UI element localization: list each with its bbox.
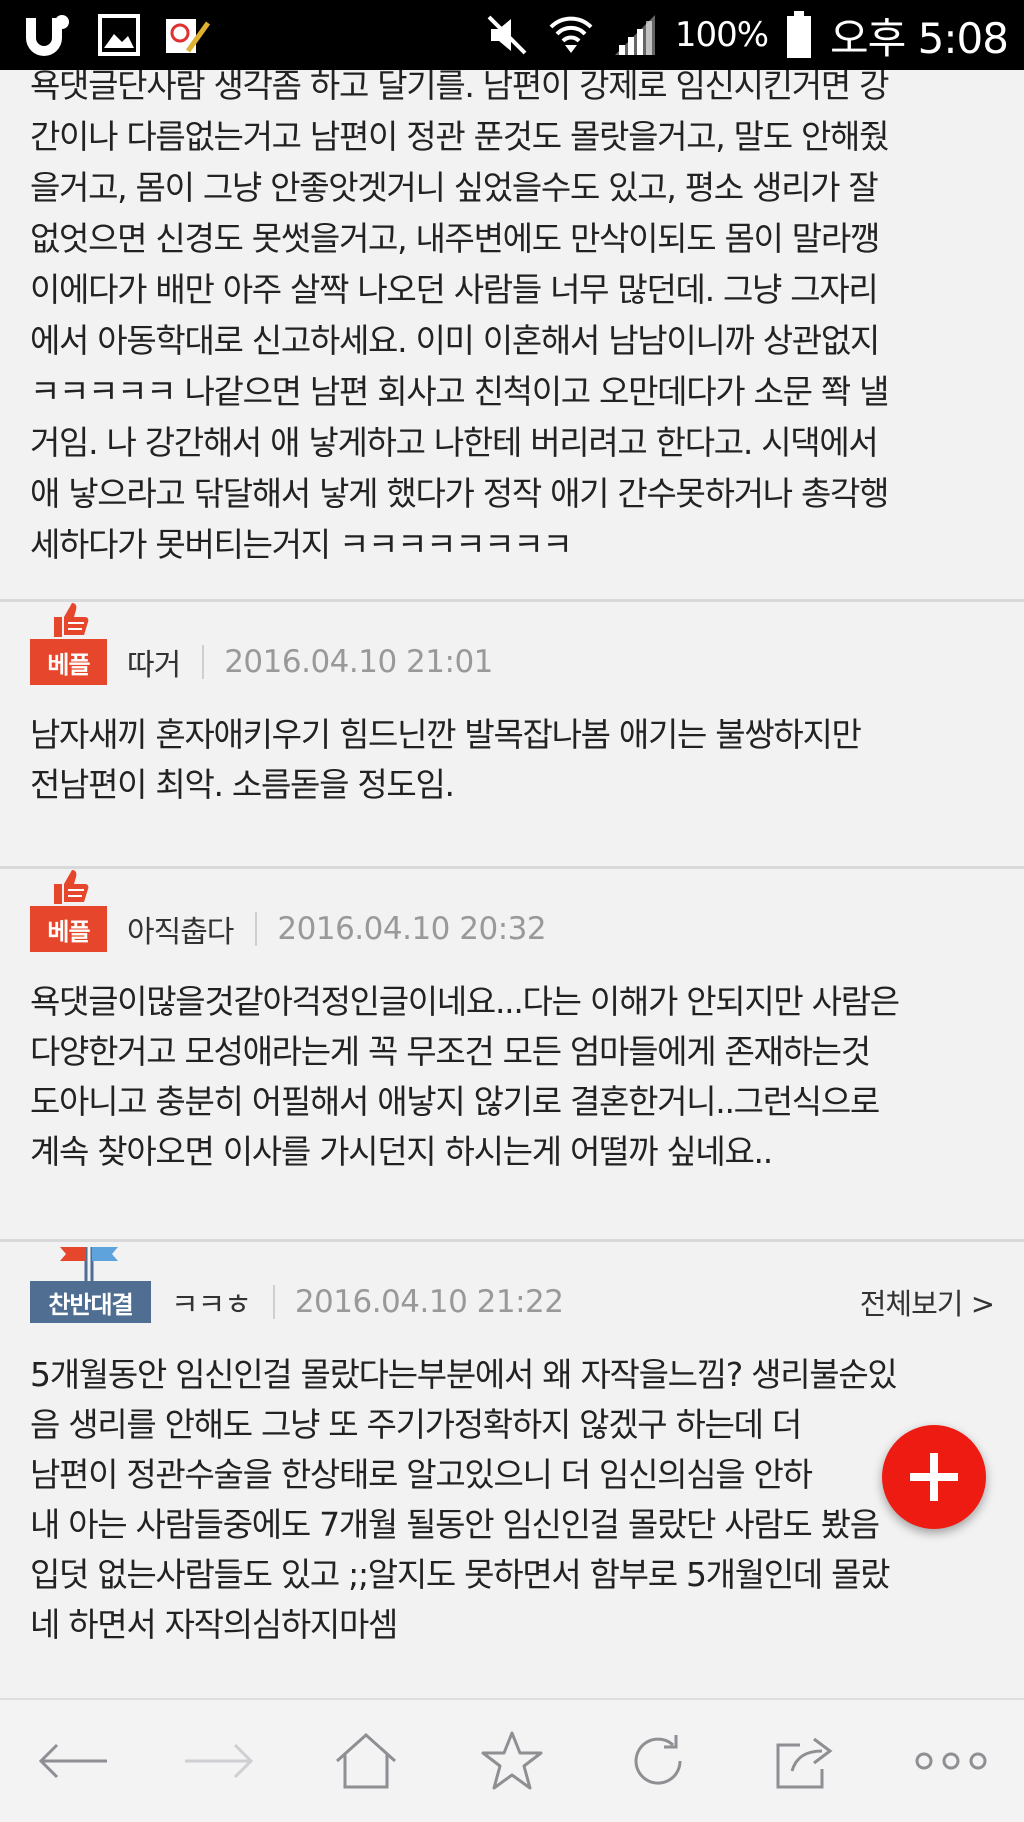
comment-header: 베플 아직춥다 2016.04.10 20:32 <box>30 869 994 959</box>
text-line: 을거고, 몸이 그냥 안좋앗겟거니 싶었을수도 있고, 평소 생리가 잘 <box>30 168 879 207</box>
status-bar: 100% 오후 5:08 <box>0 0 1024 70</box>
flags-icon <box>60 1247 118 1283</box>
comment-list[interactable]: 욕댓글단사람 생각좀 하고 달기를. 남편이 강제로 임신시킨거면 강 간이나 … <box>0 70 1024 1698</box>
badge-label: 베플 <box>47 650 90 679</box>
share-icon <box>776 1737 833 1789</box>
text-line: ㅋㅋㅋㅋㅋ 나같으면 남편 회사고 친척이고 오만데다가 소문 쫙 낼 <box>30 372 889 411</box>
refresh-icon <box>634 1735 682 1785</box>
battery-icon <box>787 11 812 58</box>
separator <box>272 1285 275 1319</box>
gallery-icon <box>98 14 140 56</box>
separator <box>202 645 205 679</box>
comment-date: 2016.04.10 21:22 <box>294 1284 564 1320</box>
text-line: 다양한거고 모성애라는게 꼭 무조건 모든 엄마들에게 존재하는것 <box>30 1032 871 1071</box>
more-icon <box>915 1752 987 1770</box>
text-line: 음 생리를 안해도 그냥 또 주기가정확하지 않겠구 하는데 더 <box>30 1405 802 1444</box>
comment-item: 베플 따거 2016.04.10 21:01 남자새끼 혼자애키우기 힘드닌깐 … <box>0 602 1024 866</box>
wifi-icon <box>549 16 593 53</box>
text-line: 입덧 없는사람들도 있고 ;;알지도 못하면서 함부로 5개월인데 몰랐 <box>30 1555 891 1594</box>
forward-arrow-icon <box>185 1743 254 1779</box>
text-line: 전남편이 최악. 소름돋을 정도임. <box>30 765 455 804</box>
comment-item: 찬반대결 ㅋㅋㅎ 2016.04.10 21:22 전체보기 > 5개월동안 임… <box>0 1242 1024 1650</box>
text-line: 애 낳으라고 닦달해서 낳게 했다가 정작 애기 간수못하거나 총각행 <box>30 474 889 513</box>
thumbs-up-icon <box>54 870 89 904</box>
badge-label: 베플 <box>47 917 90 946</box>
text-line: 거임. 나 강간해서 애 낳게하고 나한테 버리려고 한다고. 시댁에서 <box>30 423 879 462</box>
memo-icon <box>166 19 210 53</box>
badge-label: 찬반대결 <box>48 1290 133 1319</box>
home-icon <box>335 1732 396 1789</box>
comment-date: 2016.04.10 20:32 <box>277 911 547 947</box>
comment-header: 베플 따거 2016.04.10 21:01 <box>30 602 994 692</box>
separator <box>255 912 258 946</box>
clock: 오후 5:08 <box>830 13 1009 63</box>
comment-body: 욕댓글단사람 생각좀 하고 달기를. 남편이 강제로 임신시킨거면 강 간이나 … <box>0 70 1024 599</box>
thumbs-up-icon <box>54 603 89 637</box>
refresh-button[interactable] <box>598 1711 718 1811</box>
u-app-icon <box>26 15 69 56</box>
signal-icon <box>614 15 655 55</box>
text-line: 계속 찾아오면 이사를 가시던지 하시는게 어떨까 싶네요.. <box>30 1132 773 1171</box>
home-button[interactable] <box>306 1711 426 1811</box>
back-arrow-icon <box>39 1743 108 1779</box>
nickname[interactable]: 따거 <box>127 640 181 684</box>
comment-item: 베플 아직춥다 2016.04.10 20:32 욕댓글이많을것같아걱정인글이네… <box>0 869 1024 1239</box>
back-button[interactable] <box>13 1711 133 1811</box>
text-line: 남자새끼 혼자애키우기 힘드닌깐 발목잡나봄 애기는 불쌍하지만 <box>30 715 862 754</box>
debate-badge: 찬반대결 <box>30 1247 151 1323</box>
bookmark-button[interactable] <box>452 1711 572 1811</box>
mute-icon <box>487 15 527 55</box>
text-line: 없엇으면 신경도 못썻을거고, 내주변에도 만삭이되도 몸이 말라깽 <box>30 219 880 258</box>
best-reply-badge: 베플 <box>30 603 107 685</box>
battery-percent: 100% <box>674 15 769 55</box>
best-reply-badge: 베플 <box>30 870 107 952</box>
browser-toolbar <box>0 1698 1024 1822</box>
text-line: 세하다가 못버티는거지 ㅋㅋㅋㅋㅋㅋㅋㅋ <box>30 525 573 564</box>
comment-body: 5개월동안 임신인걸 몰랐다는부분에서 왜 자작을느낌? 생리불순있 음 생리를… <box>30 1332 994 1650</box>
view-all-link[interactable]: 전체보기 > <box>860 1281 995 1323</box>
plus-icon <box>910 1453 958 1501</box>
text-line: 내 아는 사람들중에도 7개월 될동안 임신인걸 몰랐단 사람도 봤음 <box>30 1505 880 1544</box>
share-button[interactable] <box>745 1711 865 1811</box>
comment-body: 남자새끼 혼자애키우기 힘드닌깐 발목잡나봄 애기는 불쌍하지만 전남편이 최악… <box>30 692 994 810</box>
star-icon <box>481 1731 543 1790</box>
text-line: 도아니고 충분히 어필해서 애낳지 않기로 결혼한거니..그런식으로 <box>30 1082 880 1121</box>
text-line: 간이나 다름없는거고 남편이 정관 푼것도 몰랏을거고, 말도 안해줬 <box>30 117 889 156</box>
text-line: 5개월동안 임신인걸 몰랐다는부분에서 왜 자작을느낌? 생리불순있 <box>30 1355 898 1394</box>
text-line: 욕댓글이많을것같아걱정인글이네요...다는 이해가 안되지만 사람은 <box>30 982 900 1021</box>
nickname[interactable]: 아직춥다 <box>127 907 234 951</box>
comment-header: 찬반대결 ㅋㅋㅎ 2016.04.10 21:22 전체보기 > <box>30 1242 995 1332</box>
forward-button[interactable] <box>159 1711 279 1811</box>
text-line: 욕댓글단사람 생각좀 하고 달기를. 남편이 강제로 임신시킨거면 강 <box>30 70 889 105</box>
text-line: 남편이 정관수술을 한상태로 알고있으니 더 임신의심을 안하 <box>30 1455 813 1494</box>
text-line: 이에다가 배만 아주 살짝 나오던 사람들 너무 많던데. 그냥 그자리 <box>30 270 879 309</box>
nickname[interactable]: ㅋㅋㅎ <box>171 1280 252 1324</box>
comment-body: 욕댓글이많을것같아걱정인글이네요...다는 이해가 안되지만 사람은 다양한거고… <box>30 959 994 1177</box>
text-line: 네 하면서 자작의심하지마셈 <box>30 1605 398 1644</box>
more-button[interactable] <box>891 1711 1011 1811</box>
text-line: 에서 아동학대로 신고하세요. 이미 이혼해서 남남이니까 상관없지 <box>30 321 880 360</box>
comment-date: 2016.04.10 21:01 <box>224 644 493 680</box>
write-comment-button[interactable] <box>882 1425 986 1529</box>
